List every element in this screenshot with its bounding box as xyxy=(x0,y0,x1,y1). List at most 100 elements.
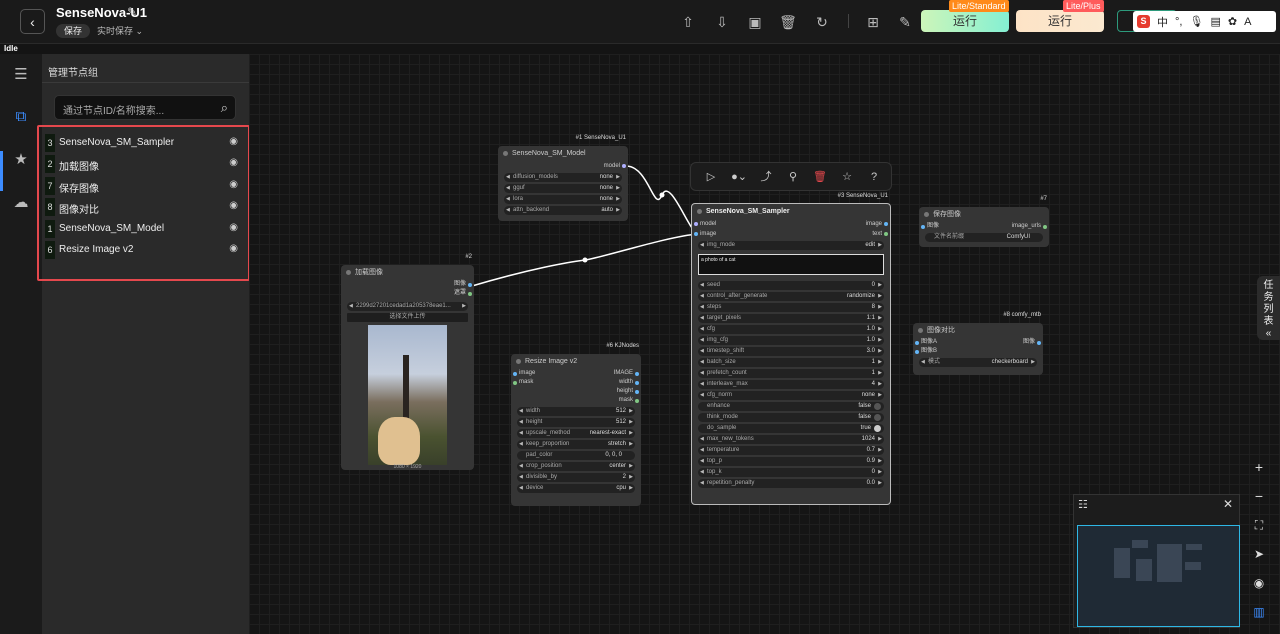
node-tree-icon[interactable]: ⧉ xyxy=(12,108,30,126)
task-list-tab[interactable]: 任务列表 « xyxy=(1257,276,1280,340)
trash-icon[interactable]: 🗑 xyxy=(779,13,797,31)
input-port[interactable] xyxy=(921,225,925,229)
widget-lora[interactable]: lora none xyxy=(504,195,622,204)
widget-control-after-generate[interactable]: control_after_generate randomize xyxy=(698,292,884,301)
load-image-node[interactable]: #2 加载图像 图像 遮罩 2299d27201cedad1a205378eae… xyxy=(341,254,474,470)
play-icon[interactable]: ▷ xyxy=(704,170,718,184)
fit-view-icon[interactable]: ⛶ xyxy=(1250,516,1268,534)
upload-button[interactable]: 选择文件上传 xyxy=(347,313,468,322)
output-port[interactable] xyxy=(635,381,639,385)
close-icon[interactable]: ✕ xyxy=(1223,497,1233,511)
widget-cfg-norm[interactable]: cfg_norm none xyxy=(698,391,884,400)
output-port[interactable] xyxy=(635,390,639,394)
widget-diffusion-models[interactable]: diffusion_models none xyxy=(504,173,622,182)
widget-attn-backend[interactable]: attn_backend auto xyxy=(504,206,622,215)
toggle-enhance[interactable]: enhance false xyxy=(698,402,884,411)
widget-prefetch-count[interactable]: prefetch_count 1 xyxy=(698,369,884,378)
bypass-icon[interactable]: ⤴ xyxy=(759,170,773,184)
widget-keep-proportion[interactable]: keep_proportion stretch xyxy=(517,440,635,449)
output-port[interactable] xyxy=(622,164,626,168)
cloud-icon[interactable]: ☁ xyxy=(12,194,30,212)
cursor-icon[interactable]: ➤ xyxy=(1250,545,1268,563)
minimap[interactable]: ☷ ✕ xyxy=(1073,494,1240,628)
widget-temperature[interactable]: temperature 0.7 xyxy=(698,446,884,455)
widget-upscale-method[interactable]: upscale_method nearest-exact xyxy=(517,429,635,438)
widget-batch-size[interactable]: batch_size 1 xyxy=(698,358,884,367)
document-icon[interactable]: ☰ xyxy=(12,66,30,84)
save-button[interactable]: 保存 xyxy=(56,24,90,38)
list-item[interactable]: 3 SenseNova_SM_Sampler ◉ xyxy=(42,134,245,152)
widget-top-p[interactable]: top_p 0.9 xyxy=(698,457,884,466)
delete-icon[interactable]: 🗑 xyxy=(813,170,827,184)
widget-device[interactable]: device cpu xyxy=(517,484,635,493)
image-compare-node[interactable]: #8 comfy_mtb 图像对比 图像A 图像 图像B 模式 checkerboa… xyxy=(913,312,1043,375)
widget-cfg[interactable]: cfg 1.0 xyxy=(698,325,884,334)
model-node[interactable]: #1 SenseNova_U1 SenseNova_SM_Model model… xyxy=(498,135,628,221)
toggle-do-sample[interactable]: do_sample true xyxy=(698,424,884,433)
refresh-icon[interactable]: ↻ xyxy=(813,13,831,31)
widget-top-k[interactable]: top_k 0 xyxy=(698,468,884,477)
color-picker-icon[interactable]: ●⌄ xyxy=(729,170,749,184)
list-item[interactable]: 8 图像对比 ◉ xyxy=(42,198,245,216)
widget-filename-prefix[interactable]: 文件名前缀 ComfyUI xyxy=(925,233,1043,242)
input-port[interactable] xyxy=(915,350,919,354)
zoom-in-icon[interactable]: + xyxy=(1250,458,1268,476)
eye-icon[interactable]: ◉ xyxy=(229,179,238,190)
minimap-viewport[interactable] xyxy=(1077,525,1240,627)
widget-mode[interactable]: 模式 checkerboard xyxy=(919,358,1037,367)
save-image-node[interactable]: #7 保存图像 图像 image_urls 文件名前缀 ComfyUI xyxy=(919,196,1049,247)
output-port[interactable] xyxy=(468,283,472,287)
back-button[interactable]: ‹ xyxy=(20,9,45,34)
settings-sliders-icon[interactable]: ☷ xyxy=(1078,498,1088,511)
star-icon[interactable]: ★ xyxy=(12,151,30,169)
input-port[interactable] xyxy=(513,381,517,385)
widget-max-new-tokens[interactable]: max_new_tokens 1024 xyxy=(698,435,884,444)
eye-icon[interactable]: ◉ xyxy=(229,157,238,168)
eye-icon[interactable]: ◉ xyxy=(229,200,238,211)
visibility-icon[interactable]: ◉ xyxy=(1250,574,1268,592)
run-lite-button[interactable]: 运行 xyxy=(921,10,1009,32)
list-item[interactable]: 6 Resize Image v2 ◉ xyxy=(42,241,245,259)
widget-target-pixels[interactable]: target_pixels 1:1 xyxy=(698,314,884,323)
prompt-textarea[interactable]: a photo of a cat xyxy=(698,254,884,275)
output-port[interactable] xyxy=(884,232,888,236)
input-port[interactable] xyxy=(915,341,919,345)
list-item[interactable]: 1 SenseNova_SM_Model ◉ xyxy=(42,220,245,238)
map-icon[interactable]: ▥ xyxy=(1250,603,1268,621)
input-port[interactable] xyxy=(694,232,698,236)
widget-crop-position[interactable]: crop_position center xyxy=(517,462,635,471)
output-port[interactable] xyxy=(635,399,639,403)
output-port[interactable] xyxy=(468,292,472,296)
autosave-dropdown[interactable]: 实时保存 ⌄ xyxy=(97,24,143,38)
edit-workflow-icon[interactable]: ✎ xyxy=(896,13,914,31)
output-port[interactable] xyxy=(635,372,639,376)
widget-repetition-penalty[interactable]: repetition_penalty 0.0 xyxy=(698,479,884,488)
output-port[interactable] xyxy=(1037,341,1041,345)
help-icon[interactable]: ? xyxy=(867,170,881,184)
list-item[interactable]: 7 保存图像 ◉ xyxy=(42,177,245,195)
grid-icon[interactable]: ⊞ xyxy=(864,13,882,31)
widget-pad-color[interactable]: pad_color 0, 0, 0 xyxy=(517,451,635,460)
widget-width[interactable]: width 512 xyxy=(517,407,635,416)
widget-img-cfg[interactable]: img_cfg 1.0 xyxy=(698,336,884,345)
upload-icon[interactable]: ⇧ xyxy=(679,13,697,31)
run-plus-button[interactable]: 运行 xyxy=(1016,10,1104,32)
gallery-icon[interactable]: ▣ xyxy=(746,13,764,31)
eye-icon[interactable]: ◉ xyxy=(229,222,238,233)
edit-title-icon[interactable]: ✎ xyxy=(127,5,137,19)
favorite-icon[interactable]: ☆ xyxy=(840,170,854,184)
input-port[interactable] xyxy=(513,372,517,376)
widget-steps[interactable]: steps 8 xyxy=(698,303,884,312)
eye-icon[interactable]: ◉ xyxy=(229,243,238,254)
pin-icon[interactable]: ⚲ xyxy=(786,170,800,184)
widget-seed[interactable]: seed 0 xyxy=(698,281,884,290)
sampler-node[interactable]: #3 SenseNova_U1 SenseNova_SM_Sampler mod… xyxy=(691,193,891,505)
cloud-download-icon[interactable]: ⇩ xyxy=(713,13,731,31)
ime-toolbar[interactable]: S 中 °, 🎙 ▤ ✿ A xyxy=(1133,11,1276,32)
resize-image-node[interactable]: #6 KJNodes Resize Image v2 image IMAGE ma… xyxy=(511,343,641,506)
list-item[interactable]: 2 加载图像 ◉ xyxy=(42,155,245,173)
node-search-input[interactable]: 通过节点ID/名称搜索... ⌕ xyxy=(54,95,236,120)
toggle-think-mode[interactable]: think_mode false xyxy=(698,413,884,422)
widget-divisible-by[interactable]: divisible_by 2 xyxy=(517,473,635,482)
input-port[interactable] xyxy=(694,222,698,226)
